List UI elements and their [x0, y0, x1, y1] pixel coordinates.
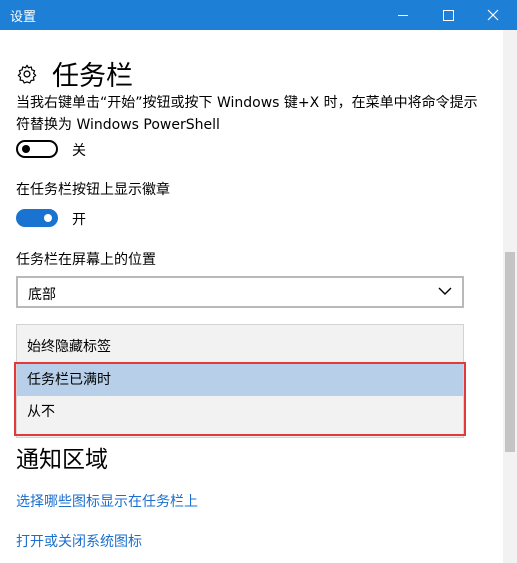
select-taskbar-icons-link[interactable]: 选择哪些图标显示在任务栏上 [16, 491, 198, 511]
gear-icon [17, 64, 37, 84]
minimize-icon [398, 14, 408, 16]
toggle-knob [44, 214, 52, 222]
page-header: 任务栏 [16, 54, 133, 93]
dropdown-value: 底部 [28, 287, 56, 303]
highlight-box [14, 362, 466, 436]
powershell-setting-description: 当我右键单击“开始”按钮或按下 Windows 键+X 时，在菜单中将命令提示符… [16, 95, 478, 133]
chevron-down-icon [438, 287, 452, 295]
position-setting-label: 任务栏在屏幕上的位置 [16, 252, 156, 268]
scrollbar-thumb[interactable] [505, 252, 515, 452]
notification-area-title: 通知区域 [16, 447, 108, 473]
powershell-toggle[interactable] [16, 140, 58, 158]
page-title: 任务栏 [52, 61, 133, 92]
close-icon [487, 9, 499, 21]
badges-toggle-state: 开 [72, 212, 86, 228]
title-bar: 设置 [0, 0, 517, 30]
maximize-icon [442, 9, 454, 21]
toggle-knob [22, 145, 30, 153]
close-button[interactable] [470, 0, 516, 30]
system-icons-toggle-link[interactable]: 打开或关闭系统图标 [16, 531, 142, 551]
menu-item-always-hide-labels[interactable]: 始终隐藏标签 [17, 331, 463, 363]
minimize-button[interactable] [380, 0, 426, 30]
badges-setting-label: 在任务栏按钮上显示徽章 [16, 182, 170, 198]
taskbar-position-dropdown[interactable]: 底部 [16, 276, 464, 308]
maximize-button[interactable] [425, 0, 471, 30]
powershell-toggle-state: 关 [72, 143, 86, 159]
badges-toggle[interactable] [16, 209, 58, 227]
window-title: 设置 [10, 10, 37, 25]
